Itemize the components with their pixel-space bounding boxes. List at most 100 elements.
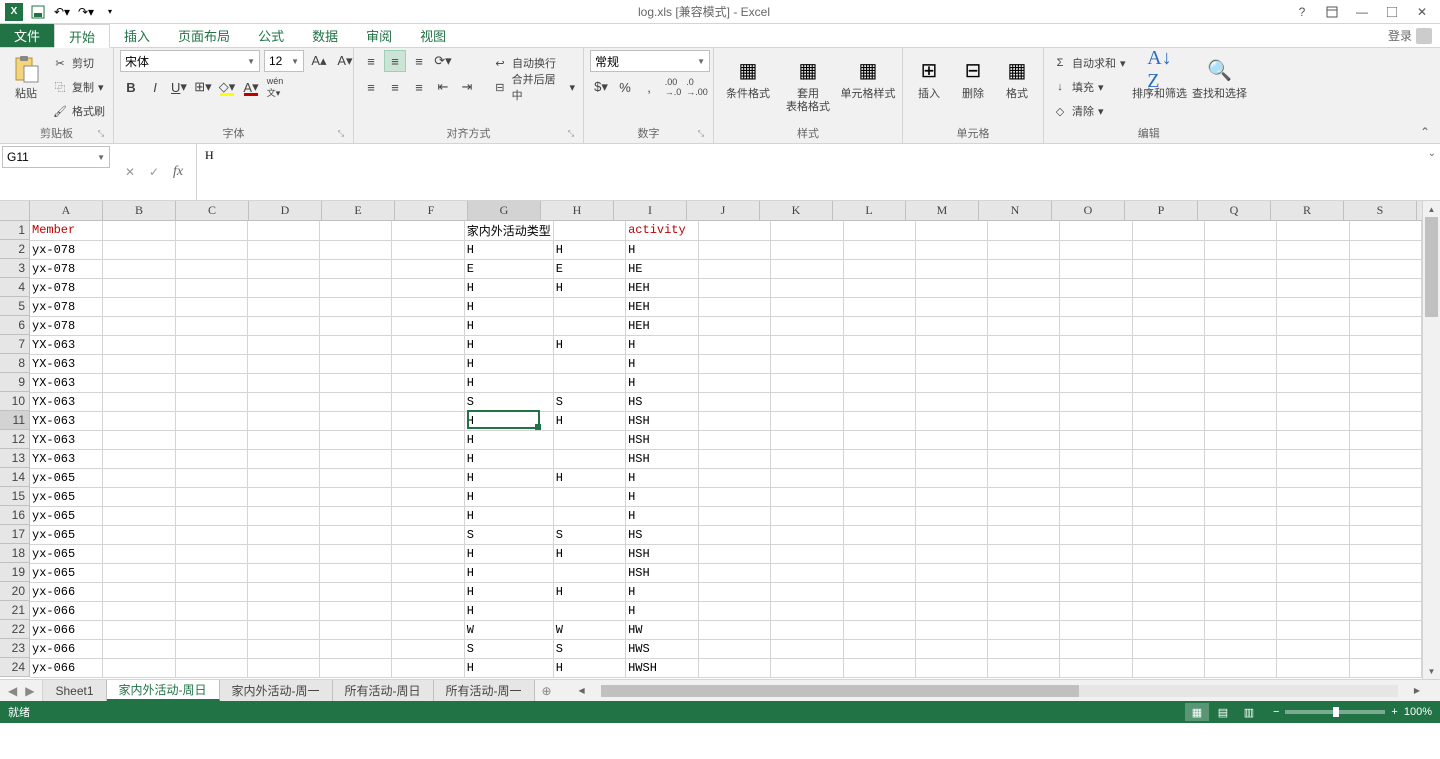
cell[interactable]: yx-065	[30, 487, 103, 506]
cell[interactable]: yx-065	[30, 468, 103, 487]
cell[interactable]	[247, 297, 319, 316]
cell[interactable]	[771, 544, 843, 563]
cell[interactable]: YX-063	[30, 430, 103, 449]
cell[interactable]	[1060, 601, 1132, 620]
page-layout-view-icon[interactable]: ▤	[1211, 703, 1235, 721]
cell[interactable]	[247, 449, 319, 468]
cell[interactable]	[698, 468, 770, 487]
cell[interactable]	[553, 563, 625, 582]
cell[interactable]	[247, 487, 319, 506]
cell[interactable]: yx-066	[30, 582, 103, 601]
cell[interactable]	[1205, 639, 1277, 658]
table-format-button[interactable]: ▦套用 表格格式	[780, 50, 836, 114]
cell[interactable]	[103, 658, 175, 677]
page-break-view-icon[interactable]: ▥	[1237, 703, 1261, 721]
cell[interactable]	[392, 563, 464, 582]
col-header-R[interactable]: R	[1271, 201, 1344, 220]
cells-area[interactable]: Member家内外活动类型activityyx-078HHHyx-078EEHE…	[30, 221, 1422, 679]
cell[interactable]	[103, 297, 175, 316]
cell[interactable]	[698, 658, 770, 677]
cell[interactable]	[988, 525, 1060, 544]
cell[interactable]: H	[626, 373, 699, 392]
cell[interactable]	[1349, 316, 1421, 335]
cell[interactable]: H	[464, 563, 553, 582]
tab-formulas[interactable]: 公式	[244, 24, 298, 47]
cell[interactable]	[988, 411, 1060, 430]
cell[interactable]	[988, 658, 1060, 677]
dialog-launcher-icon[interactable]: ⤡	[565, 129, 577, 141]
cell[interactable]: HSH	[626, 430, 699, 449]
row-header-23[interactable]: 23	[0, 639, 29, 658]
cell[interactable]	[1277, 563, 1349, 582]
cell[interactable]	[1277, 430, 1349, 449]
cell[interactable]	[320, 658, 392, 677]
cell[interactable]	[553, 316, 625, 335]
cell[interactable]	[1132, 354, 1204, 373]
cell[interactable]	[247, 259, 319, 278]
cell[interactable]	[988, 601, 1060, 620]
cell[interactable]: H	[464, 411, 553, 430]
cell[interactable]	[1349, 449, 1421, 468]
sheet-tab[interactable]: 家内外活动-周日	[107, 680, 220, 701]
cell[interactable]	[175, 373, 247, 392]
cell[interactable]	[1132, 297, 1204, 316]
cell[interactable]	[1349, 373, 1421, 392]
next-sheet-icon[interactable]: ▶	[25, 684, 34, 698]
cell[interactable]	[1277, 487, 1349, 506]
row-header-19[interactable]: 19	[0, 563, 29, 582]
col-header-S[interactable]: S	[1344, 201, 1417, 220]
cell[interactable]: H	[626, 354, 699, 373]
zoom-level[interactable]: 100%	[1404, 706, 1432, 718]
sheet-tab[interactable]: 所有活动-周日	[333, 680, 434, 701]
cell[interactable]	[771, 297, 843, 316]
italic-button[interactable]: I	[144, 76, 166, 98]
cell[interactable]	[1060, 506, 1132, 525]
cell[interactable]: H	[464, 240, 553, 259]
cell[interactable]	[843, 411, 915, 430]
cell[interactable]	[103, 582, 175, 601]
cell[interactable]	[103, 259, 175, 278]
cell[interactable]: E	[553, 259, 625, 278]
cell[interactable]	[1349, 468, 1421, 487]
cell[interactable]	[915, 639, 987, 658]
cell[interactable]	[175, 354, 247, 373]
cell[interactable]	[247, 392, 319, 411]
cell[interactable]	[1349, 620, 1421, 639]
cell[interactable]	[698, 563, 770, 582]
cell[interactable]: H	[464, 373, 553, 392]
row-header-20[interactable]: 20	[0, 582, 29, 601]
cell[interactable]	[175, 487, 247, 506]
cell[interactable]: H	[553, 468, 625, 487]
cell[interactable]	[392, 658, 464, 677]
prev-sheet-icon[interactable]: ◀	[8, 684, 17, 698]
cell[interactable]: H	[464, 544, 553, 563]
cell[interactable]	[843, 316, 915, 335]
cell[interactable]	[771, 563, 843, 582]
cancel-formula-icon[interactable]: ✕	[120, 162, 140, 182]
cell[interactable]	[915, 278, 987, 297]
cell[interactable]	[1132, 639, 1204, 658]
cell[interactable]	[843, 449, 915, 468]
cell[interactable]: S	[464, 639, 553, 658]
cell[interactable]	[843, 544, 915, 563]
vertical-scrollbar[interactable]: ▲ ▼	[1422, 201, 1440, 679]
cell[interactable]	[1277, 354, 1349, 373]
row-header-16[interactable]: 16	[0, 506, 29, 525]
cell[interactable]: YX-063	[30, 354, 103, 373]
col-header-A[interactable]: A	[30, 201, 103, 220]
cell[interactable]	[175, 411, 247, 430]
cell[interactable]: 家内外活动类型	[464, 221, 553, 240]
cell[interactable]: H	[626, 506, 699, 525]
tab-data[interactable]: 数据	[298, 24, 352, 47]
cell[interactable]: HS	[626, 525, 699, 544]
cell[interactable]	[320, 240, 392, 259]
row-header-17[interactable]: 17	[0, 525, 29, 544]
cell[interactable]	[1205, 487, 1277, 506]
cell[interactable]	[175, 392, 247, 411]
cell[interactable]	[771, 221, 843, 240]
cell[interactable]	[1349, 335, 1421, 354]
cell[interactable]	[843, 506, 915, 525]
cell[interactable]	[771, 259, 843, 278]
cell[interactable]	[320, 430, 392, 449]
cell[interactable]	[1349, 221, 1421, 240]
